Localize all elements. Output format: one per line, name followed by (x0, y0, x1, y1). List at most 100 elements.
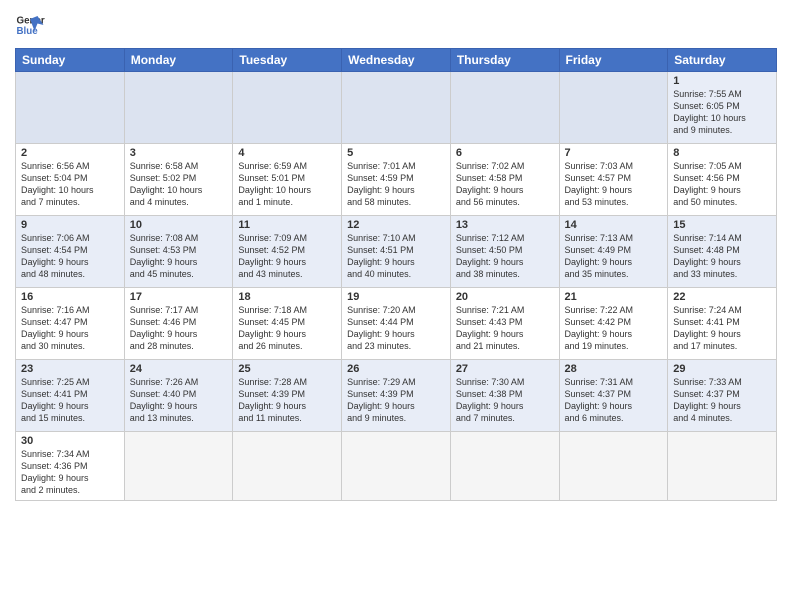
calendar-cell: 6Sunrise: 7:02 AMSunset: 4:58 PMDaylight… (450, 144, 559, 216)
day-number: 18 (238, 291, 336, 303)
calendar-week-row: 23Sunrise: 7:25 AMSunset: 4:41 PMDayligh… (16, 360, 777, 432)
day-number: 13 (456, 219, 554, 231)
day-info: Sunrise: 6:56 AMSunset: 5:04 PMDaylight:… (21, 160, 119, 209)
calendar-week-row: 2Sunrise: 6:56 AMSunset: 5:04 PMDaylight… (16, 144, 777, 216)
calendar-cell (124, 72, 233, 144)
day-number: 3 (130, 147, 228, 159)
weekday-header-wednesday: Wednesday (342, 49, 451, 72)
calendar-cell (233, 432, 342, 501)
day-number: 5 (347, 147, 445, 159)
calendar-week-row: 9Sunrise: 7:06 AMSunset: 4:54 PMDaylight… (16, 216, 777, 288)
calendar-cell: 24Sunrise: 7:26 AMSunset: 4:40 PMDayligh… (124, 360, 233, 432)
day-info: Sunrise: 7:31 AMSunset: 4:37 PMDaylight:… (565, 376, 663, 425)
day-number: 2 (21, 147, 119, 159)
day-info: Sunrise: 7:16 AMSunset: 4:47 PMDaylight:… (21, 304, 119, 353)
calendar-cell: 22Sunrise: 7:24 AMSunset: 4:41 PMDayligh… (668, 288, 777, 360)
calendar-cell (450, 72, 559, 144)
day-number: 19 (347, 291, 445, 303)
day-number: 12 (347, 219, 445, 231)
day-info: Sunrise: 7:30 AMSunset: 4:38 PMDaylight:… (456, 376, 554, 425)
weekday-header-thursday: Thursday (450, 49, 559, 72)
weekday-header-tuesday: Tuesday (233, 49, 342, 72)
day-info: Sunrise: 7:17 AMSunset: 4:46 PMDaylight:… (130, 304, 228, 353)
day-info: Sunrise: 7:21 AMSunset: 4:43 PMDaylight:… (456, 304, 554, 353)
calendar-cell: 7Sunrise: 7:03 AMSunset: 4:57 PMDaylight… (559, 144, 668, 216)
day-number: 15 (673, 219, 771, 231)
calendar-cell (342, 432, 451, 501)
calendar-week-row: 1Sunrise: 7:55 AMSunset: 6:05 PMDaylight… (16, 72, 777, 144)
logo: General Blue (15, 10, 45, 40)
day-info: Sunrise: 7:18 AMSunset: 4:45 PMDaylight:… (238, 304, 336, 353)
calendar-cell: 29Sunrise: 7:33 AMSunset: 4:37 PMDayligh… (668, 360, 777, 432)
day-number: 27 (456, 363, 554, 375)
calendar-cell: 28Sunrise: 7:31 AMSunset: 4:37 PMDayligh… (559, 360, 668, 432)
calendar-cell (450, 432, 559, 501)
header: General Blue (15, 10, 777, 40)
calendar-cell: 21Sunrise: 7:22 AMSunset: 4:42 PMDayligh… (559, 288, 668, 360)
calendar-cell (559, 432, 668, 501)
day-number: 23 (21, 363, 119, 375)
day-number: 9 (21, 219, 119, 231)
calendar-cell: 17Sunrise: 7:17 AMSunset: 4:46 PMDayligh… (124, 288, 233, 360)
day-info: Sunrise: 7:26 AMSunset: 4:40 PMDaylight:… (130, 376, 228, 425)
calendar-cell (668, 432, 777, 501)
calendar-week-row: 30Sunrise: 7:34 AMSunset: 4:36 PMDayligh… (16, 432, 777, 501)
weekday-header-friday: Friday (559, 49, 668, 72)
calendar-cell: 23Sunrise: 7:25 AMSunset: 4:41 PMDayligh… (16, 360, 125, 432)
calendar-cell: 9Sunrise: 7:06 AMSunset: 4:54 PMDaylight… (16, 216, 125, 288)
day-info: Sunrise: 7:25 AMSunset: 4:41 PMDaylight:… (21, 376, 119, 425)
calendar-week-row: 16Sunrise: 7:16 AMSunset: 4:47 PMDayligh… (16, 288, 777, 360)
day-info: Sunrise: 7:08 AMSunset: 4:53 PMDaylight:… (130, 232, 228, 281)
day-info: Sunrise: 7:55 AMSunset: 6:05 PMDaylight:… (673, 88, 771, 137)
day-number: 17 (130, 291, 228, 303)
day-info: Sunrise: 7:34 AMSunset: 4:36 PMDaylight:… (21, 448, 119, 497)
day-info: Sunrise: 7:12 AMSunset: 4:50 PMDaylight:… (456, 232, 554, 281)
calendar-cell: 14Sunrise: 7:13 AMSunset: 4:49 PMDayligh… (559, 216, 668, 288)
calendar-cell: 30Sunrise: 7:34 AMSunset: 4:36 PMDayligh… (16, 432, 125, 501)
calendar-cell (342, 72, 451, 144)
day-number: 14 (565, 219, 663, 231)
day-number: 7 (565, 147, 663, 159)
calendar-cell: 1Sunrise: 7:55 AMSunset: 6:05 PMDaylight… (668, 72, 777, 144)
day-info: Sunrise: 7:14 AMSunset: 4:48 PMDaylight:… (673, 232, 771, 281)
day-info: Sunrise: 7:13 AMSunset: 4:49 PMDaylight:… (565, 232, 663, 281)
day-number: 22 (673, 291, 771, 303)
day-number: 10 (130, 219, 228, 231)
calendar-cell: 18Sunrise: 7:18 AMSunset: 4:45 PMDayligh… (233, 288, 342, 360)
calendar-cell (16, 72, 125, 144)
day-number: 25 (238, 363, 336, 375)
calendar-cell: 26Sunrise: 7:29 AMSunset: 4:39 PMDayligh… (342, 360, 451, 432)
calendar-cell: 2Sunrise: 6:56 AMSunset: 5:04 PMDaylight… (16, 144, 125, 216)
day-info: Sunrise: 7:06 AMSunset: 4:54 PMDaylight:… (21, 232, 119, 281)
calendar-cell: 5Sunrise: 7:01 AMSunset: 4:59 PMDaylight… (342, 144, 451, 216)
calendar-table: SundayMondayTuesdayWednesdayThursdayFrid… (15, 48, 777, 501)
day-info: Sunrise: 7:22 AMSunset: 4:42 PMDaylight:… (565, 304, 663, 353)
day-number: 30 (21, 435, 119, 447)
calendar-cell: 3Sunrise: 6:58 AMSunset: 5:02 PMDaylight… (124, 144, 233, 216)
weekday-header-monday: Monday (124, 49, 233, 72)
day-info: Sunrise: 7:29 AMSunset: 4:39 PMDaylight:… (347, 376, 445, 425)
day-number: 20 (456, 291, 554, 303)
day-number: 26 (347, 363, 445, 375)
day-info: Sunrise: 7:10 AMSunset: 4:51 PMDaylight:… (347, 232, 445, 281)
calendar-cell: 27Sunrise: 7:30 AMSunset: 4:38 PMDayligh… (450, 360, 559, 432)
day-info: Sunrise: 7:20 AMSunset: 4:44 PMDaylight:… (347, 304, 445, 353)
page: General Blue SundayMondayTuesdayWednesda… (0, 0, 792, 612)
weekday-header-sunday: Sunday (16, 49, 125, 72)
calendar-cell: 4Sunrise: 6:59 AMSunset: 5:01 PMDaylight… (233, 144, 342, 216)
calendar-cell: 10Sunrise: 7:08 AMSunset: 4:53 PMDayligh… (124, 216, 233, 288)
day-info: Sunrise: 7:05 AMSunset: 4:56 PMDaylight:… (673, 160, 771, 209)
day-number: 24 (130, 363, 228, 375)
day-number: 4 (238, 147, 336, 159)
calendar-cell (124, 432, 233, 501)
day-number: 29 (673, 363, 771, 375)
calendar-cell: 11Sunrise: 7:09 AMSunset: 4:52 PMDayligh… (233, 216, 342, 288)
calendar-cell: 8Sunrise: 7:05 AMSunset: 4:56 PMDaylight… (668, 144, 777, 216)
day-number: 21 (565, 291, 663, 303)
day-info: Sunrise: 7:28 AMSunset: 4:39 PMDaylight:… (238, 376, 336, 425)
calendar-cell: 19Sunrise: 7:20 AMSunset: 4:44 PMDayligh… (342, 288, 451, 360)
calendar-cell: 15Sunrise: 7:14 AMSunset: 4:48 PMDayligh… (668, 216, 777, 288)
calendar-cell: 25Sunrise: 7:28 AMSunset: 4:39 PMDayligh… (233, 360, 342, 432)
calendar-cell (233, 72, 342, 144)
day-number: 6 (456, 147, 554, 159)
